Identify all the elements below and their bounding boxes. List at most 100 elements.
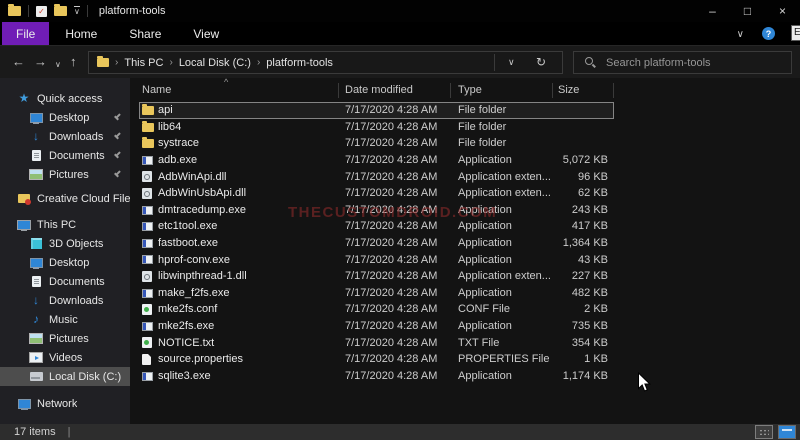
search-input[interactable]: Search platform-tools <box>573 51 792 74</box>
app-file-icon <box>142 206 153 215</box>
history-dropdown-icon[interactable]: ∨ <box>55 58 61 71</box>
sidebar-item[interactable]: Pictures <box>0 165 130 184</box>
new-folder-icon[interactable] <box>54 6 67 16</box>
cc-icon <box>17 192 31 205</box>
maximize-button[interactable]: □ <box>730 0 765 22</box>
column-header-name[interactable]: Name <box>142 84 171 96</box>
column-divider[interactable] <box>613 83 614 98</box>
file-row[interactable]: systrace 7/17/2020 4:28 AM File folder <box>130 135 800 152</box>
tab-share[interactable]: Share <box>113 22 177 45</box>
file-rows: api 7/17/2020 4:28 AM File folder lib64 … <box>130 102 800 384</box>
app-file-icon <box>142 239 153 248</box>
file-row[interactable]: adb.exe 7/17/2020 4:28 AM Application 5,… <box>130 152 800 169</box>
tab-view[interactable]: View <box>177 22 235 45</box>
column-header-date[interactable]: Date modified <box>345 84 413 96</box>
file-size: 354 KB <box>510 337 608 349</box>
file-row[interactable]: AdbWinApi.dll 7/17/2020 4:28 AM Applicat… <box>130 168 800 185</box>
sidebar-item[interactable]: Quick access <box>0 89 130 108</box>
forward-icon[interactable]: → <box>34 55 47 68</box>
file-row[interactable]: libwinpthread-1.dll 7/17/2020 4:28 AM Ap… <box>130 268 800 285</box>
file-row[interactable]: AdbWinUsbApi.dll 7/17/2020 4:28 AM Appli… <box>130 185 800 202</box>
tab-home[interactable]: Home <box>49 22 113 45</box>
breadcrumb-platform-tools[interactable]: platform-tools <box>266 57 333 69</box>
sidebar-item[interactable]: Desktop <box>0 253 130 272</box>
file-name: lib64 <box>158 121 181 133</box>
properties-icon[interactable]: ✓ <box>36 6 47 17</box>
file-row[interactable]: mke2fs.exe 7/17/2020 4:28 AM Application… <box>130 318 800 335</box>
sidebar-item[interactable]: Local Disk (C:) <box>0 367 130 386</box>
column-divider[interactable] <box>552 83 553 98</box>
star-icon <box>17 92 31 105</box>
file-row[interactable]: sqlite3.exe 7/17/2020 4:28 AM Applicatio… <box>130 368 800 385</box>
tab-file[interactable]: File <box>2 22 49 45</box>
ribbon-expand-icon[interactable]: ∨ <box>737 29 744 40</box>
pic-icon <box>29 168 43 181</box>
quick-access-toolbar: ✓ ∨ platform-tools <box>0 0 166 22</box>
divider <box>28 5 29 17</box>
sidebar-item[interactable]: Creative Cloud Files <box>0 189 130 208</box>
file-size: 1 KB <box>510 353 608 365</box>
file-name: AdbWinUsbApi.dll <box>158 187 246 199</box>
app-file-icon <box>142 372 153 381</box>
file-row[interactable]: lib64 7/17/2020 4:28 AM File folder <box>130 119 800 136</box>
sidebar-item[interactable]: 3D Objects <box>0 234 130 253</box>
download-icon <box>29 294 43 307</box>
file-date: 7/17/2020 4:28 AM <box>345 370 437 382</box>
sidebar-item[interactable]: Desktop <box>0 108 130 127</box>
status-divider: | <box>68 426 71 438</box>
dll-file-icon <box>142 171 152 182</box>
address-bar[interactable]: › This PC › Local Disk (C:) › platform-t… <box>88 51 563 74</box>
file-size: 417 KB <box>510 220 608 232</box>
column-divider[interactable] <box>450 83 451 98</box>
help-icon[interactable]: ? <box>762 27 775 40</box>
file-row[interactable]: fastboot.exe 7/17/2020 4:28 AM Applicati… <box>130 235 800 252</box>
file-size: 735 KB <box>510 320 608 332</box>
column-header-size[interactable]: Size <box>558 84 579 96</box>
column-header-type[interactable]: Type <box>458 84 482 96</box>
close-button[interactable]: × <box>765 0 800 22</box>
qat-customize-chevron-icon[interactable]: ∨ <box>74 6 80 16</box>
breadcrumb-separator: › <box>115 57 118 68</box>
file-row[interactable]: mke2fs.conf 7/17/2020 4:28 AM CONF File … <box>130 301 800 318</box>
file-size: 1,364 KB <box>510 237 608 249</box>
sidebar-item[interactable]: Videos <box>0 348 130 367</box>
file-date: 7/17/2020 4:28 AM <box>345 287 437 299</box>
file-type: File folder <box>458 104 506 116</box>
file-name: adb.exe <box>158 154 197 166</box>
file-date: 7/17/2020 4:28 AM <box>345 337 437 349</box>
file-name: AdbWinApi.dll <box>158 171 226 183</box>
dll-file-icon <box>142 188 152 199</box>
sidebar-item[interactable]: Documents <box>0 146 130 165</box>
sidebar-item[interactable]: This PC <box>0 215 130 234</box>
column-divider[interactable] <box>338 83 339 98</box>
sidebar-item[interactable]: Music <box>0 310 130 329</box>
sidebar-item[interactable]: Downloads <box>0 291 130 310</box>
file-name: systrace <box>158 137 199 149</box>
sidebar-item[interactable]: Pictures <box>0 329 130 348</box>
refresh-icon[interactable]: ↻ <box>536 55 546 69</box>
address-dropdown-icon[interactable]: ∨ <box>508 57 515 68</box>
location-folder-icon <box>97 58 109 67</box>
sidebar-item[interactable]: Downloads <box>0 127 130 146</box>
sidebar-item[interactable]: Network <box>0 394 130 413</box>
sidebar-item[interactable]: Documents <box>0 272 130 291</box>
details-view-icon[interactable] <box>755 425 773 439</box>
file-row[interactable]: api 7/17/2020 4:28 AM File folder <box>130 102 800 119</box>
minimize-button[interactable]: – <box>695 0 730 22</box>
pin-icon <box>113 151 122 160</box>
file-row[interactable]: make_f2fs.exe 7/17/2020 4:28 AM Applicat… <box>130 285 800 302</box>
breadcrumb-this-pc[interactable]: This PC <box>124 57 163 69</box>
breadcrumb: › This PC › Local Disk (C:) › platform-t… <box>89 57 333 69</box>
file-row[interactable]: source.properties 7/17/2020 4:28 AM PROP… <box>130 351 800 368</box>
breadcrumb-local-disk[interactable]: Local Disk (C:) <box>179 57 251 69</box>
monitor-icon <box>29 111 43 124</box>
back-icon[interactable]: ← <box>12 55 25 68</box>
file-type: TXT File <box>458 337 499 349</box>
file-date: 7/17/2020 4:28 AM <box>345 187 437 199</box>
up-icon[interactable]: ↑ <box>70 55 77 68</box>
large-icons-view-icon[interactable] <box>778 425 796 439</box>
file-row[interactable]: NOTICE.txt 7/17/2020 4:28 AM TXT File 35… <box>130 334 800 351</box>
file-type: CONF File <box>458 303 510 315</box>
file-row[interactable]: hprof-conv.exe 7/17/2020 4:28 AM Applica… <box>130 251 800 268</box>
doc-icon <box>29 149 43 162</box>
